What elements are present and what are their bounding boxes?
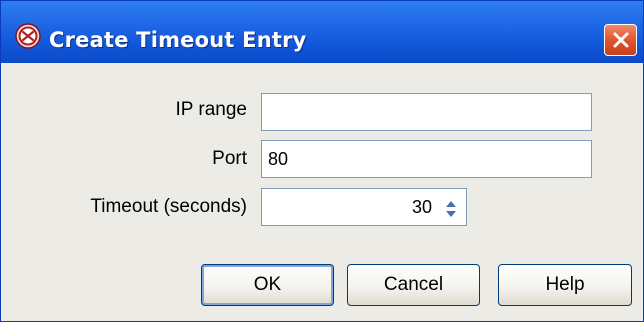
help-button[interactable]: Help: [498, 264, 632, 306]
dialog-content: IP range Port 80 Timeout (seconds) 30 OK…: [1, 63, 643, 321]
close-icon: [613, 32, 629, 48]
timeout-spinner[interactable]: 30: [261, 188, 467, 226]
timeout-label: Timeout (seconds): [90, 196, 247, 217]
port-input[interactable]: 80: [261, 140, 592, 178]
cancel-button[interactable]: Cancel: [347, 264, 480, 306]
timeout-value[interactable]: 30: [268, 189, 460, 225]
ok-button[interactable]: OK: [201, 264, 334, 306]
port-label: Port: [212, 148, 247, 169]
dialog-window: Create Timeout Entry IP range Port 80 Ti…: [0, 0, 644, 322]
title-bar[interactable]: Create Timeout Entry: [1, 1, 643, 63]
close-button[interactable]: [604, 24, 637, 56]
ip-range-input[interactable]: [261, 93, 592, 131]
spinner-arrows-icon[interactable]: [444, 196, 458, 218]
window-title: Create Timeout Entry: [49, 28, 307, 52]
app-emblem-icon: [15, 23, 41, 49]
ip-range-label: IP range: [175, 99, 247, 120]
